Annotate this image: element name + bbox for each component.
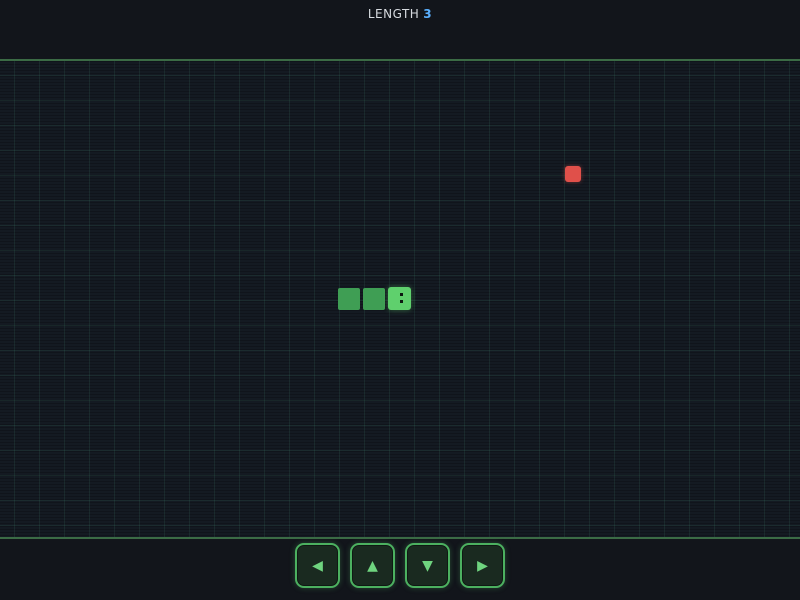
snake-body-segment	[338, 288, 360, 310]
arrow-right-icon: ▶	[477, 557, 488, 574]
left-button[interactable]: ◀	[295, 543, 340, 588]
up-button[interactable]: ▲	[350, 543, 395, 588]
arrow-up-icon: ▲	[367, 557, 378, 574]
arrow-down-icon: ▼	[422, 557, 433, 574]
snake-body-segment	[363, 288, 385, 310]
score-label: LENGTH	[367, 7, 420, 21]
hud-bar: LENGTH 3	[0, 0, 800, 61]
arrow-left-icon: ◀	[312, 557, 323, 574]
score-value: 3	[423, 7, 433, 21]
control-bar: ◀ ▲ ▼ ▶	[0, 537, 800, 600]
food-pellet	[565, 166, 581, 182]
down-button[interactable]: ▼	[405, 543, 450, 588]
game-board[interactable]	[0, 61, 800, 537]
score-display: LENGTH 3	[0, 7, 800, 21]
snake-head	[388, 287, 411, 310]
right-button[interactable]: ▶	[460, 543, 505, 588]
snake-eye	[400, 300, 403, 303]
snake-eye	[400, 293, 403, 296]
